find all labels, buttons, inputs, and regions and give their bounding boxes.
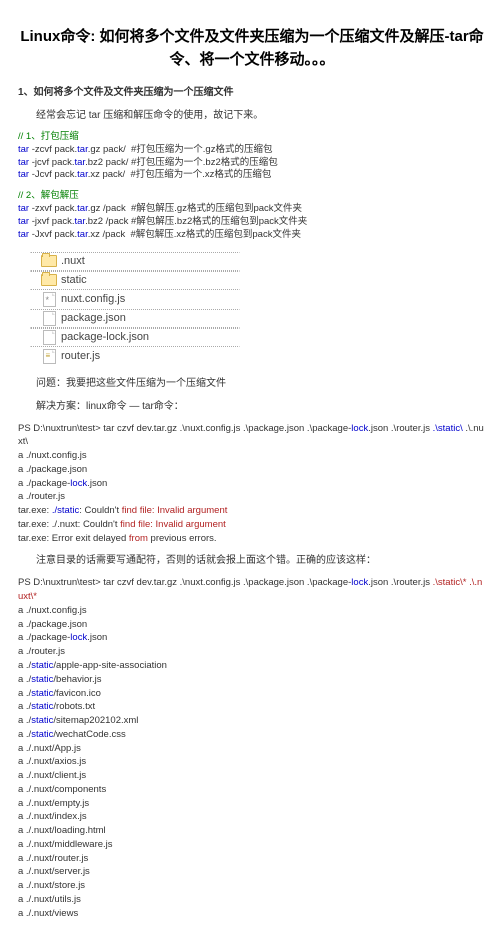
command-line: tar -jxvf pack.tar.bz2 /pack #解包解压.bz2格式… [18,216,486,229]
tree-row-package.json: package.json [30,309,240,328]
question-text: 问题：我要把这些文件压缩为一个压缩文件 [36,376,486,391]
terminal-line: a ./.nuxt/middleware.js [18,838,486,852]
terminal-line: a ./static/behavior.js [18,673,486,687]
terminal-line: a ./package-lock.json [18,631,486,645]
intro-text: 经常会忘记 tar 压缩和解压命令的使用，故记下来。 [36,108,486,123]
terminal-output-2: PS D:\nuxtrun\test> tar czvf dev.tar.gz … [18,576,486,920]
terminal-line: a ./.nuxt/loading.html [18,824,486,838]
note-text: 注意目录的话需要写通配符，否则的话就会报上面这个错。正确的应该这样： [36,553,486,568]
terminal-line: a ./router.js [18,490,486,504]
tree-row-router.js: router.js [30,347,240,366]
terminal-line: a ./.nuxt/views [18,907,486,921]
terminal-line: a ./static/sitemap202102.xml [18,714,486,728]
file-icon [41,331,57,344]
tree-row-nuxt.config.js: nuxt.config.js [30,290,240,309]
terminal-line: a ./.nuxt/components [18,783,486,797]
terminal-line: a ./router.js [18,645,486,659]
terminal-line: PS D:\nuxtrun\test> tar czvf dev.tar.gz … [18,422,486,450]
terminal-line: a ./package.json [18,618,486,632]
terminal-line: tar.exe: ./static: Couldn't find file: I… [18,504,486,518]
terminal-line: a ./static/wechatCode.css [18,728,486,742]
terminal-line: PS D:\nuxtrun\test> tar czvf dev.tar.gz … [18,576,486,604]
terminal-line: a ./.nuxt/axios.js [18,755,486,769]
command-line: tar -zcvf pack.tar.gz pack/ #打包压缩为一个.gz格… [18,144,486,157]
terminal-output-1: PS D:\nuxtrun\test> tar czvf dev.tar.gz … [18,422,486,546]
file-icon [41,312,57,325]
file-tree: .nuxt static nuxt.config.js package.json pac… [24,252,240,366]
extract-commands: tar -zxvf pack.tar.gz /pack #解包解压.gz格式的压… [18,203,486,241]
tree-label: static [61,272,87,289]
terminal-line: a ./package.json [18,463,486,477]
extract-section-title: // 2、解包解压 [18,190,486,203]
tree-row-.nuxt: .nuxt [30,252,240,271]
terminal-line: a ./.nuxt/utils.js [18,893,486,907]
terminal-line: a ./static/favicon.ico [18,687,486,701]
terminal-line: a ./static/apple-app-site-association [18,659,486,673]
command-line: tar -zxvf pack.tar.gz /pack #解包解压.gz格式的压… [18,203,486,216]
terminal-line: a ./package-lock.json [18,477,486,491]
terminal-line: a ./.nuxt/store.js [18,879,486,893]
tree-row-package-lock.json: package-lock.json [30,328,240,347]
page-title: Linux命令: 如何将多个文件及文件夹压缩为一个压缩文件及解压-tar命令、将… [18,26,486,71]
terminal-line: a ./static/robots.txt [18,700,486,714]
tree-label: router.js [61,348,100,365]
section-heading-1: 1、如何将多个文件及文件夹压缩为一个压缩文件 [18,85,486,100]
folder-icon [41,255,57,268]
folder-icon [41,274,57,287]
terminal-line: tar.exe: ./.nuxt: Couldn't find file: In… [18,518,486,532]
tree-row-static: static [30,271,240,290]
solution-text: 解决方案：linux命令 — tar命令： [36,399,486,414]
compress-section-title: // 1、打包压缩 [18,131,486,144]
file-icon [41,350,57,363]
command-line: tar -Jxvf pack.tar.xz /pack #解包解压.xz格式的压… [18,229,486,242]
tree-label: package-lock.json [61,329,149,346]
terminal-line: a ./.nuxt/index.js [18,810,486,824]
tree-label: .nuxt [61,253,85,270]
command-line: tar -jcvf pack.tar.bz2 pack/ #打包压缩为一个.bz… [18,157,486,170]
compress-commands: tar -zcvf pack.tar.gz pack/ #打包压缩为一个.gz格… [18,144,486,182]
tree-label: nuxt.config.js [61,291,125,308]
file-icon [41,293,57,306]
tree-label: package.json [61,310,126,327]
terminal-line: a ./nuxt.config.js [18,449,486,463]
terminal-line: a ./.nuxt/empty.js [18,797,486,811]
terminal-line: a ./nuxt.config.js [18,604,486,618]
terminal-line: tar.exe: Error exit delayed from previou… [18,532,486,546]
terminal-line: a ./.nuxt/App.js [18,742,486,756]
command-line: tar -Jcvf pack.tar.xz pack/ #打包压缩为一个.xz格… [18,169,486,182]
terminal-line: a ./.nuxt/server.js [18,865,486,879]
terminal-line: a ./.nuxt/client.js [18,769,486,783]
terminal-line: a ./.nuxt/router.js [18,852,486,866]
